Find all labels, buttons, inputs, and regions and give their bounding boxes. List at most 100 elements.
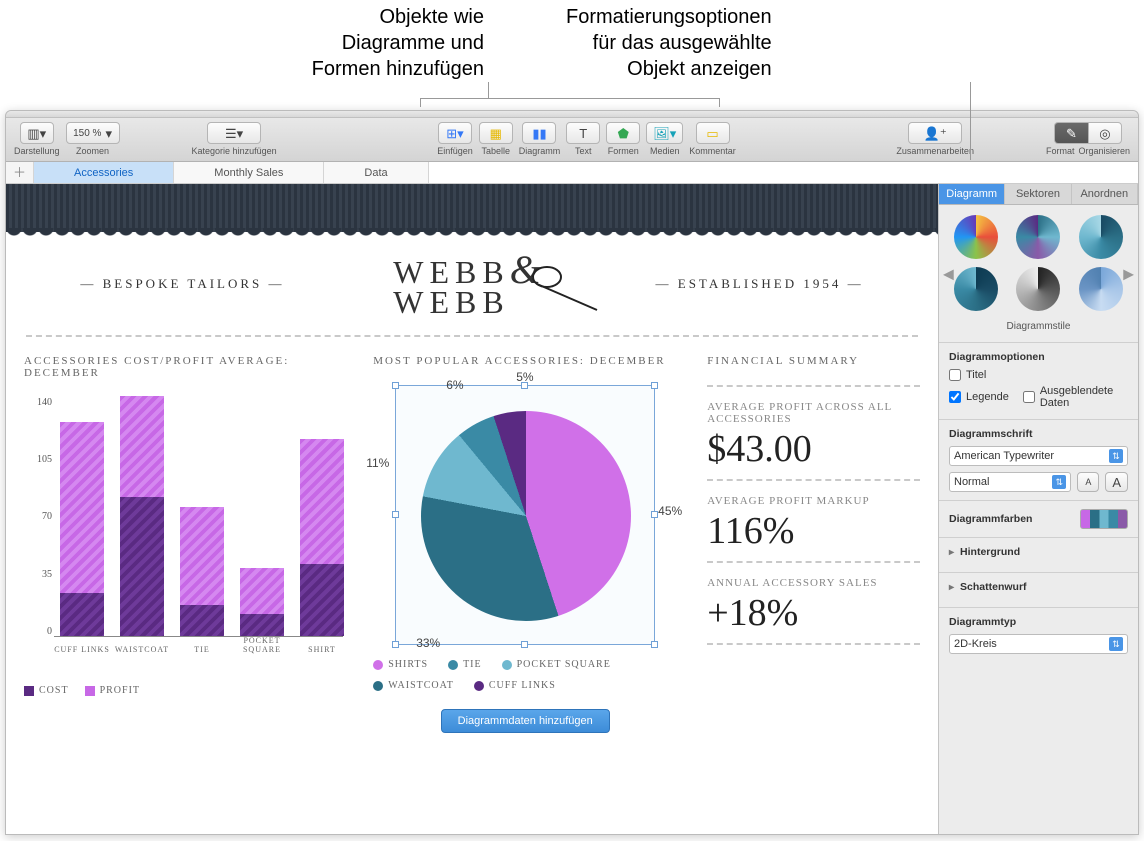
background-section[interactable]: Hintergrund <box>939 537 1138 572</box>
insert-icon: ⊞▾ <box>446 127 463 140</box>
list-icon: ☰▾ <box>225 127 243 140</box>
font-family-select[interactable]: American Typewriter⇅ <box>949 446 1128 466</box>
inspector-tab-wedges[interactable]: Sektoren <box>1005 184 1071 204</box>
chart-style-thumb[interactable] <box>1016 267 1060 311</box>
annotation-format: Formatierungsoptionen für das ausgewählt… <box>566 4 772 82</box>
font-style-select[interactable]: Normal ⇅ <box>949 472 1071 492</box>
chevron-updown-icon: ⇅ <box>1052 475 1066 489</box>
chart-style-thumb[interactable] <box>1079 215 1123 259</box>
section-heading: Diagrammschrift <box>949 428 1128 440</box>
insert-label: Einfügen <box>437 146 473 156</box>
resize-handle[interactable] <box>651 641 658 648</box>
shapes-icon: ⬟ <box>618 127 629 140</box>
chart-styles-grid: Diagrammstile <box>939 205 1138 342</box>
legend-label: WAISTCOAT <box>388 680 454 691</box>
chart-style-thumb[interactable] <box>1079 267 1123 311</box>
window-titlebar[interactable] <box>6 111 1138 118</box>
option-title-checkbox[interactable]: Titel <box>949 369 1128 381</box>
select-value: Normal <box>954 476 989 488</box>
view-button[interactable]: ▥▾ <box>20 122 54 144</box>
chart-type-select[interactable]: 2D-Kreis⇅ <box>949 634 1128 654</box>
inspector-tab-chart[interactable]: Diagramm <box>939 184 1005 204</box>
option-legend-checkbox[interactable]: Legende <box>949 385 1009 409</box>
resize-handle[interactable] <box>521 641 528 648</box>
sheet-tab-data[interactable]: Data <box>324 162 428 183</box>
annotation-bracket <box>420 98 720 108</box>
chart-style-thumb[interactable] <box>954 215 998 259</box>
chart-button[interactable]: ▮▮ <box>522 122 556 144</box>
collaborate-button[interactable]: 👤⁺ <box>908 122 962 144</box>
color-swatches-button[interactable] <box>1080 509 1128 529</box>
comment-button[interactable]: ▭ <box>696 122 730 144</box>
format-label: Format <box>1046 146 1075 156</box>
xtick: WAISTCOAT <box>112 645 172 654</box>
collab-label: Zusammenarbeiten <box>896 146 974 156</box>
zoom-value: 150 % <box>73 128 101 139</box>
organize-button[interactable]: ◎ <box>1088 122 1122 144</box>
pie-graphic <box>421 411 631 621</box>
pie-slice-label: 5% <box>516 370 533 384</box>
resize-handle[interactable] <box>651 382 658 389</box>
chart-label: Diagramm <box>519 146 561 156</box>
option-label: Ausgeblendete Daten <box>1040 385 1128 409</box>
add-chart-data-button[interactable]: Diagrammdaten hinzufügen <box>441 709 610 733</box>
shapes-button[interactable]: ⬟ <box>606 122 640 144</box>
select-value: American Typewriter <box>954 450 1054 462</box>
bar-plot: CUFF LINKS WAISTCOAT TIE POCKET SQUARE S… <box>54 397 343 637</box>
spreadsheet-canvas[interactable]: — BESPOKE TAILORS — WEBB& WEBB — ESTABLI… <box>6 184 938 834</box>
section-heading: Schattenwurf <box>949 581 1128 593</box>
organize-icon: ◎ <box>1099 127 1110 140</box>
divider <box>707 385 920 387</box>
hero-left: — BESPOKE TAILORS — <box>80 276 284 292</box>
legend-label: PROFIT <box>100 685 140 696</box>
comment-icon: ▭ <box>706 127 718 140</box>
pie-slice-label: 11% <box>366 456 389 470</box>
needle-icon <box>527 262 607 312</box>
inspector-tab-arrange[interactable]: Anordnen <box>1072 184 1138 204</box>
pie-slice-label: 6% <box>446 378 463 392</box>
table-icon: ▦ <box>490 127 502 140</box>
legend-swatch <box>85 686 95 696</box>
ytick: 70 <box>24 511 52 522</box>
pie-slice-label: 33% <box>416 636 440 650</box>
add-category-button[interactable]: ☰▾ <box>207 122 261 144</box>
text-button[interactable]: T <box>566 122 600 144</box>
xtick: SHIRT <box>292 645 352 654</box>
toolbar: ▥▾ Darstellung 150 %▾ Zoomen ☰▾ Kategori… <box>6 118 1138 162</box>
shadow-section[interactable]: Schattenwurf <box>939 572 1138 607</box>
section-heading: Diagrammtyp <box>949 616 1128 628</box>
view-icon: ▥▾ <box>27 127 46 140</box>
font-smaller-button[interactable]: A <box>1077 472 1099 492</box>
media-label: Medien <box>650 146 680 156</box>
media-button[interactable]: 🖼▾ <box>646 122 683 144</box>
chart-style-thumb[interactable] <box>954 267 998 311</box>
resize-handle[interactable] <box>651 511 658 518</box>
text-icon: T <box>579 127 587 140</box>
ytick: 140 <box>24 397 52 408</box>
font-larger-button[interactable]: A <box>1105 472 1128 492</box>
summary-value-2: 116% <box>707 509 920 553</box>
summary-label-1: AVERAGE PROFIT ACROSS ALL ACCESSORIES <box>707 401 920 425</box>
resize-handle[interactable] <box>392 511 399 518</box>
plus-icon: ＋ <box>13 166 26 179</box>
chart-icon: ▮▮ <box>532 127 546 140</box>
resize-handle[interactable] <box>392 641 399 648</box>
format-button[interactable]: ✎ <box>1054 122 1088 144</box>
legend-swatch <box>373 660 383 670</box>
pie-chart-selected[interactable]: 45% 33% 11% 6% 5% <box>395 385 655 645</box>
zoom-select[interactable]: 150 % ▾ <box>66 122 120 144</box>
hero-row: — BESPOKE TAILORS — WEBB& WEBB — ESTABLI… <box>6 232 938 327</box>
chevron-down-icon: ▾ <box>105 127 112 140</box>
shapes-label: Formen <box>608 146 639 156</box>
option-hidden-checkbox[interactable]: Ausgeblendete Daten <box>1023 385 1128 409</box>
insert-button[interactable]: ⊞▾ <box>438 122 472 144</box>
add-sheet-button[interactable]: ＋ <box>6 162 34 183</box>
legend-label: POCKET SQUARE <box>517 659 611 670</box>
resize-handle[interactable] <box>392 382 399 389</box>
sheet-tab-accessories[interactable]: Accessories <box>34 162 174 183</box>
table-button[interactable]: ▦ <box>479 122 513 144</box>
bar-chart[interactable]: 140 105 70 35 0 CUFF LINKS WAISTCOAT TIE… <box>24 397 343 677</box>
sheet-tab-monthly-sales[interactable]: Monthly Sales <box>174 162 324 183</box>
pie-chart-title: MOST POPULAR ACCESSORIES: DECEMBER <box>373 355 677 367</box>
chart-style-thumb[interactable] <box>1016 215 1060 259</box>
